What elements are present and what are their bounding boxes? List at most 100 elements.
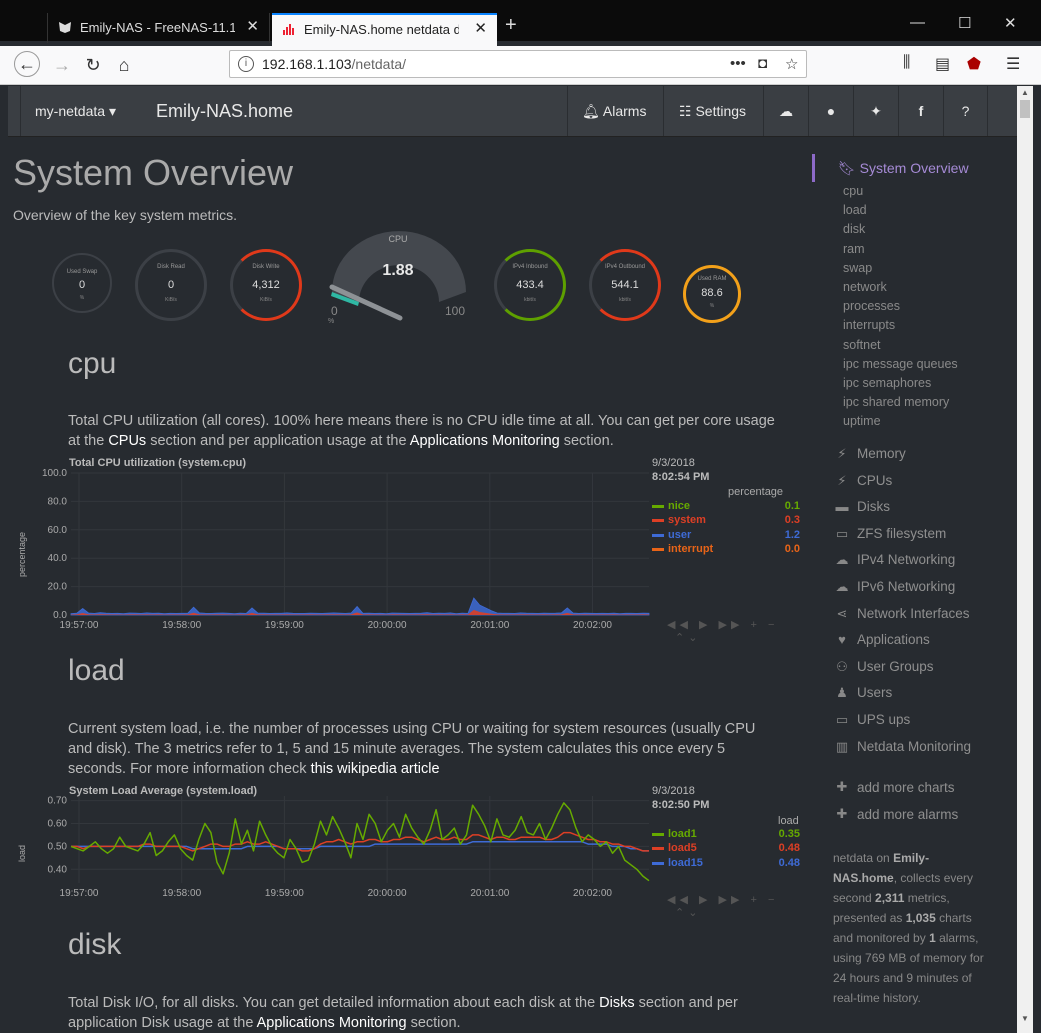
sidebar-toggle-icon[interactable]: ▤: [935, 54, 950, 74]
sidebar-group-disks[interactable]: Disks: [857, 499, 890, 514]
sidebar-group-users[interactable]: Users: [857, 685, 892, 700]
cpu-chart[interactable]: Total CPU utilization (system.cpu) perce…: [16, 455, 800, 644]
gauge-used-swap[interactable]: Used Swap 0 %: [52, 253, 112, 313]
help-icon[interactable]: ?: [943, 86, 988, 136]
sidebar-group-applications[interactable]: Applications: [857, 632, 930, 647]
reload-icon[interactable]: ↻: [80, 52, 106, 78]
legend-date: 9/3/2018: [652, 457, 695, 469]
alarms-button[interactable]: 🔔︎ Alarms: [567, 86, 663, 136]
gauge-unit: KiB/s: [165, 297, 177, 303]
legend-row-load1[interactable]: load1 0.35: [652, 828, 800, 842]
sidebar-subitem-processes[interactable]: processes: [843, 299, 900, 313]
cloud-download-icon[interactable]: ☁: [763, 86, 808, 136]
site-info-icon[interactable]: i: [238, 56, 254, 72]
y-tick-label: 0.50: [48, 841, 68, 852]
bookmark-star-icon[interactable]: ☆: [785, 55, 798, 73]
gauge-cpu-min: 0: [331, 304, 338, 318]
scrollbar-thumb[interactable]: [1020, 100, 1030, 118]
new-tab-icon[interactable]: +: [505, 14, 517, 37]
sidebar-group-zfs-filesystem[interactable]: ZFS filesystem: [857, 526, 946, 541]
minimize-icon[interactable]: —: [910, 14, 925, 31]
x-tick-label: 20:02:00: [573, 620, 612, 631]
add-more-alarms-link[interactable]: add more alarms: [857, 807, 958, 822]
sidebar-subitem-load[interactable]: load: [843, 203, 867, 217]
chart-controls[interactable]: ◀◀ ▶ ▶▶ + − ⌃⌄: [667, 618, 796, 644]
gauge-cpu-label: CPU: [388, 234, 408, 244]
url-bar[interactable]: i 192.168.1.103/netdata/ ••• ◘ ☆: [229, 50, 807, 78]
gauge-used-ram[interactable]: Used RAM 88.6 %: [683, 265, 741, 323]
library-icon[interactable]: ⫼: [903, 54, 910, 72]
cpus-link[interactable]: CPUs: [108, 433, 146, 449]
cpu-user-area: [70, 597, 650, 616]
gauge-ipv4-outbound[interactable]: IPv4 Outbound 544.1 kbit/s: [589, 249, 661, 321]
back-icon[interactable]: ←: [14, 51, 40, 77]
my-netdata-menu[interactable]: my-netdata ▾: [20, 86, 138, 136]
page-scrollbar[interactable]: ▲ ▼: [1017, 86, 1033, 1033]
sidebar-group-memory[interactable]: Memory: [857, 446, 906, 461]
facebook-icon[interactable]: f: [898, 86, 943, 136]
sidebar-subitem-interrupts[interactable]: interrupts: [843, 318, 895, 332]
sidebar-group-ipv4-networking[interactable]: IPv4 Networking: [857, 552, 955, 567]
sidebar-subitem-ipc-message-queues[interactable]: ipc message queues: [843, 357, 958, 371]
load-chart-plot: 0.70 0.60 0.50 0.40 19:57:00 19:58:00 19:59:00…: [48, 796, 650, 899]
scroll-up-icon[interactable]: ▲: [1021, 88, 1029, 97]
sidebar-subitem-ipc-semaphores[interactable]: ipc semaphores: [843, 376, 931, 390]
netdata-header: my-netdata ▾ Emily-NAS.home 🔔︎ Alarms ☷ …: [8, 86, 1017, 137]
chart-controls[interactable]: ◀◀ ▶ ▶▶ + − ⌃⌄: [667, 893, 796, 919]
sidebar-subitem-ram[interactable]: ram: [843, 242, 865, 256]
page-actions-icon[interactable]: •••: [730, 55, 746, 72]
gauge-value: 4,312: [252, 279, 280, 291]
y-tick-label: 40.0: [48, 553, 68, 564]
gauge-ipv4-inbound[interactable]: IPv4 Inbound 433.4 kbit/s: [494, 249, 566, 321]
applications-monitoring-link[interactable]: Applications Monitoring: [257, 1015, 407, 1031]
scroll-down-icon[interactable]: ▼: [1021, 1014, 1029, 1023]
hamburger-menu-icon[interactable]: ☰: [1006, 54, 1020, 74]
sidebar-subitem-ipc-shared-memory[interactable]: ipc shared memory: [843, 395, 949, 409]
legend-row-system[interactable]: system 0.3: [652, 514, 800, 528]
sidebar-group-user-groups[interactable]: User Groups: [857, 659, 934, 674]
home-icon[interactable]: ⌂: [111, 52, 137, 78]
gauge-label: IPv4 Outbound: [604, 264, 646, 270]
pocket-icon[interactable]: ◘: [758, 55, 767, 72]
sidebar-group-ups-ups[interactable]: UPS ups: [857, 712, 910, 727]
section-heading-disk: disk: [68, 928, 122, 961]
wikipedia-link[interactable]: this wikipedia article: [311, 761, 440, 777]
twitter-icon[interactable]: ✦: [853, 86, 898, 136]
sidebar-group-netdata-monitoring[interactable]: Netdata Monitoring: [857, 739, 971, 754]
disks-link[interactable]: Disks: [599, 995, 634, 1011]
legend-row-nice[interactable]: nice 0.1: [652, 500, 800, 514]
legend-row-load15[interactable]: load15 0.48: [652, 857, 800, 871]
sidebar-subitem-swap[interactable]: swap: [843, 261, 872, 275]
window-close-icon[interactable]: ✕: [1004, 14, 1017, 32]
gauge-label: Used Swap: [66, 269, 98, 275]
forward-icon[interactable]: →: [49, 52, 75, 78]
sidebar-subitem-network[interactable]: network: [843, 280, 887, 294]
y-tick-label: 0.40: [48, 864, 68, 875]
applications-monitoring-link[interactable]: Applications Monitoring: [410, 433, 560, 449]
sidebar-group-network-interfaces[interactable]: Network Interfaces: [857, 606, 970, 621]
add-more-charts-link[interactable]: add more charts: [857, 780, 955, 795]
tab-freenas[interactable]: Emily-NAS - FreeNAS-11.1-U5 ✕: [47, 13, 270, 43]
freenas-favicon-icon: [59, 22, 71, 33]
sidebar-subitem-softnet[interactable]: softnet: [843, 338, 881, 352]
gauge-disk-write[interactable]: Disk Write 4,312 KiB/s: [230, 249, 302, 321]
sidebar-group-cpus[interactable]: CPUs: [857, 473, 892, 488]
close-tab-icon[interactable]: ✕: [246, 17, 259, 35]
sidebar-group-ipv6-networking[interactable]: IPv6 Networking: [857, 579, 955, 594]
close-tab-icon[interactable]: ✕: [474, 19, 487, 37]
sidebar-subitem-uptime[interactable]: uptime: [843, 414, 881, 428]
sidebar-subitem-cpu[interactable]: cpu: [843, 184, 863, 198]
load-chart[interactable]: System Load Average (system.load) load 0…: [16, 783, 800, 919]
settings-button[interactable]: ☷ Settings: [663, 86, 763, 136]
gauge-disk-read[interactable]: Disk Read 0 KiB/s: [135, 249, 207, 321]
legend-row-user[interactable]: user 1.2: [652, 529, 800, 543]
ublock-icon[interactable]: ⬟: [967, 54, 981, 74]
legend-units: percentage: [728, 486, 784, 498]
maximize-icon[interactable]: ☐: [958, 14, 971, 32]
legend-row-load5[interactable]: load5 0.48: [652, 842, 800, 856]
legend-row-interrupt[interactable]: interrupt 0.0: [652, 543, 800, 557]
sidebar-subitem-disk[interactable]: disk: [843, 222, 865, 236]
github-icon[interactable]: ●: [808, 86, 853, 136]
sidebar-item-system-overview[interactable]: 🔖︎ System Overview: [838, 160, 969, 177]
tab-netdata[interactable]: Emily-NAS.home netdata dashboard ✕: [272, 13, 497, 46]
